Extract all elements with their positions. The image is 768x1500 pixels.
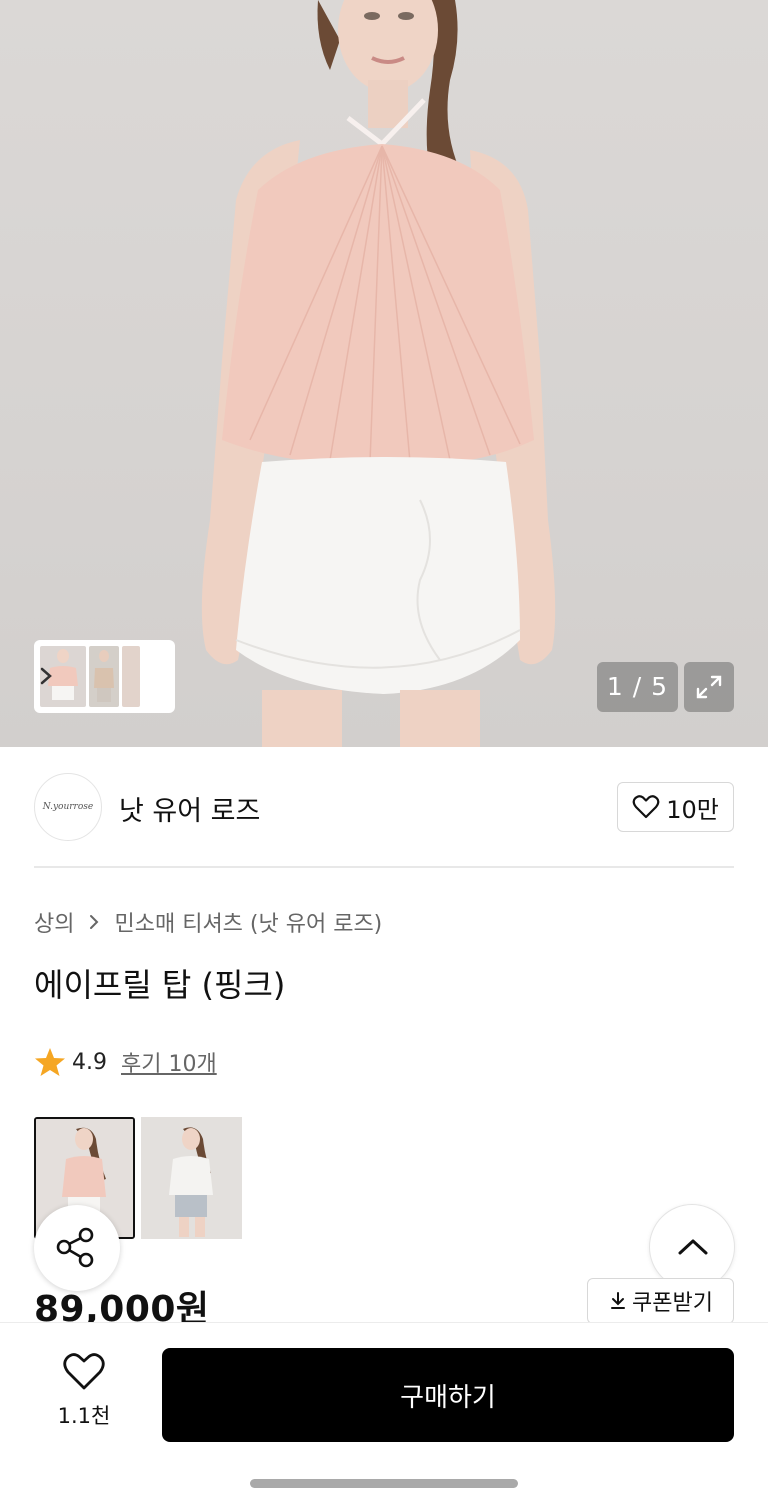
chevron-right-icon[interactable] (34, 662, 58, 690)
download-icon (611, 1292, 626, 1309)
breadcrumb-category[interactable]: 상의 (34, 906, 74, 938)
chevron-right-icon (90, 915, 99, 929)
brand-like-count: 10만 (666, 795, 719, 824)
breadcrumb: 상의 민소매 티셔츠 (낫 유어 로즈) (34, 906, 382, 938)
product-photo (201, 0, 556, 747)
brand-like-button[interactable]: 10만 (617, 782, 734, 832)
product-rating: 4.9 후기 10개 (34, 1046, 217, 1078)
product-title: 에이프릴 탑 (핑크) (34, 966, 286, 1004)
breadcrumb-subcategory[interactable]: 민소매 티셔츠 (낫 유어 로즈) (114, 906, 382, 938)
coupon-label: 쿠폰받기 (632, 1291, 713, 1316)
review-count-link[interactable]: 후기 10개 (121, 1046, 217, 1078)
divider (34, 866, 734, 868)
brand-logo[interactable]: N.yourrose (34, 773, 102, 841)
buy-button[interactable]: 구매하기 (162, 1348, 734, 1442)
product-image-gallery[interactable]: 1 / 5 (0, 0, 768, 747)
thumbnail-strip[interactable] (34, 640, 175, 713)
brand-name[interactable]: 낫 유어 로즈 (119, 789, 260, 828)
wishlist-button[interactable]: 1.1천 (44, 1352, 124, 1436)
coupon-button[interactable]: 쿠폰받기 (587, 1278, 734, 1324)
image-counter: 1 / 5 (597, 662, 678, 712)
home-indicator (250, 1479, 518, 1488)
share-icon (56, 1227, 94, 1268)
thumbnail-3[interactable] (122, 646, 140, 707)
heart-icon (632, 795, 660, 819)
expand-icon[interactable] (684, 662, 734, 712)
thumbnail-2[interactable] (89, 646, 119, 707)
wishlist-count: 1.1천 (57, 1404, 111, 1428)
heart-icon (63, 1353, 105, 1390)
share-button[interactable] (34, 1205, 120, 1291)
brand-row: N.yourrose 낫 유어 로즈 10만 (34, 773, 734, 841)
star-icon (35, 1048, 65, 1076)
rating-score: 4.9 (72, 1049, 107, 1075)
color-option-white[interactable] (141, 1117, 242, 1239)
